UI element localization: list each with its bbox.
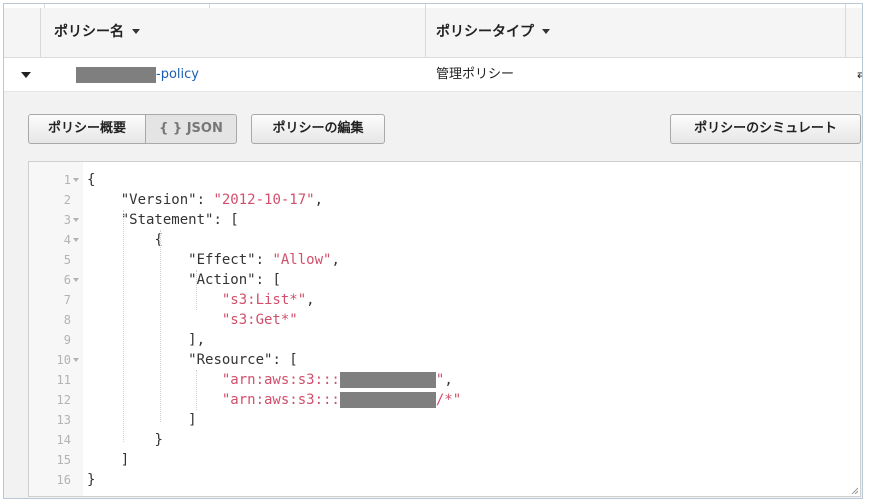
sort-caret-icon bbox=[132, 28, 140, 34]
json-token: , bbox=[306, 292, 315, 308]
code-line: } bbox=[87, 470, 95, 490]
indent-guide bbox=[196, 370, 197, 410]
policy-table-frame: ポリシー名 ポリシータイプ -policy 管理ポリシー ⇄ ポリシー概要 { … bbox=[3, 3, 863, 499]
header-policy-type-label: ポリシータイプ bbox=[436, 24, 534, 40]
json-token: "Effect" bbox=[188, 252, 256, 268]
json-token: } bbox=[87, 472, 96, 488]
fold-arrow-icon[interactable] bbox=[73, 218, 79, 222]
header-policy-name[interactable]: ポリシー名 bbox=[54, 8, 140, 57]
fold-arrow-icon[interactable] bbox=[73, 178, 79, 182]
line-number: 10 bbox=[56, 353, 71, 367]
policy-summary-button[interactable]: ポリシー概要 bbox=[28, 114, 146, 144]
json-string: "Allow" bbox=[272, 252, 332, 268]
json-view-button[interactable]: { } JSON bbox=[146, 114, 237, 144]
json-string: "s3:Get*" bbox=[221, 312, 298, 328]
code-line: "Version": "2012-10-17", bbox=[87, 190, 323, 210]
line-number: 9 bbox=[63, 333, 71, 347]
json-token: , bbox=[331, 252, 340, 268]
fold-arrow-icon[interactable] bbox=[73, 358, 79, 362]
redacted-bucket-name bbox=[339, 372, 436, 388]
redacted-bucket-name bbox=[339, 392, 436, 408]
json-token: , bbox=[444, 372, 453, 388]
json-token: ], bbox=[188, 332, 206, 348]
line-number: 12 bbox=[56, 393, 71, 407]
line-number: 3 bbox=[63, 213, 71, 227]
expand-caret-icon[interactable] bbox=[21, 72, 31, 78]
header-policy-name-label: ポリシー名 bbox=[54, 24, 124, 40]
code-line: ], bbox=[87, 330, 205, 350]
code-line: "s3:Get*" bbox=[87, 310, 298, 330]
json-token: "Resource" bbox=[188, 352, 273, 368]
json-token: ] bbox=[188, 412, 197, 428]
line-number: 8 bbox=[63, 313, 71, 327]
json-token: "Action" bbox=[188, 272, 256, 288]
json-string: "arn:aws:s3::: bbox=[221, 392, 340, 408]
resize-grip-icon[interactable] bbox=[850, 486, 858, 494]
json-token: : bbox=[196, 192, 214, 208]
code-line: "arn:aws:s3::: ", bbox=[87, 370, 453, 390]
line-number: 14 bbox=[56, 433, 71, 447]
redacted-name bbox=[76, 67, 156, 83]
json-token: ] bbox=[120, 452, 130, 468]
policy-type-value: 管理ポリシー bbox=[436, 67, 515, 82]
indent-guide bbox=[196, 270, 197, 310]
line-number-gutter: 1 2 3 4 5 6 7 8 9 10 11 12 13 14 15 16 bbox=[29, 162, 83, 496]
edit-policy-button[interactable]: ポリシーの編集 bbox=[251, 114, 385, 144]
code-line: "Resource": [ bbox=[87, 350, 298, 370]
json-token: "Statement" bbox=[120, 212, 214, 228]
simulate-policy-button[interactable]: ポリシーのシミュレート bbox=[670, 114, 861, 144]
line-number: 6 bbox=[63, 273, 71, 287]
json-string: "2012-10-17" bbox=[213, 192, 315, 208]
indent-guide bbox=[160, 230, 161, 422]
code-line: ] bbox=[87, 410, 197, 430]
code-line: "Action": [ bbox=[87, 270, 281, 290]
line-number: 1 bbox=[63, 173, 71, 187]
indent-guide bbox=[123, 210, 124, 442]
json-token: { bbox=[154, 232, 163, 248]
table-row[interactable]: -policy 管理ポリシー ⇄ bbox=[4, 58, 862, 92]
policy-name-link[interactable]: -policy bbox=[156, 58, 199, 91]
json-token: , bbox=[314, 192, 324, 208]
code-line: "Effect": "Allow", bbox=[87, 250, 340, 270]
policy-detail-panel: ポリシー概要 { } JSON ポリシーの編集 ポリシーのシミュレート 1234… bbox=[4, 92, 862, 498]
line-number: 5 bbox=[63, 253, 71, 267]
line-number: 11 bbox=[56, 373, 71, 387]
json-token: : [ bbox=[213, 212, 239, 228]
code-line: } bbox=[87, 430, 163, 450]
code-line: "Statement": [ bbox=[87, 210, 239, 230]
sort-caret-icon bbox=[542, 28, 550, 34]
json-token: "Version" bbox=[120, 192, 197, 208]
table-header: ポリシー名 ポリシータイプ bbox=[4, 8, 862, 58]
header-policy-type[interactable]: ポリシータイプ bbox=[436, 8, 550, 57]
fold-arrow-icon[interactable] bbox=[73, 238, 79, 242]
json-string: "arn:aws:s3::: bbox=[221, 372, 340, 388]
code-line: { bbox=[87, 170, 95, 190]
code-line: { bbox=[87, 230, 163, 250]
json-token: : [ bbox=[255, 272, 281, 288]
code-line: "s3:List*", bbox=[87, 290, 315, 310]
code-line: ] bbox=[87, 450, 129, 470]
json-token: : [ bbox=[272, 352, 298, 368]
json-string: "s3:List*" bbox=[221, 292, 307, 308]
json-token: { bbox=[87, 172, 96, 188]
line-number: 16 bbox=[56, 473, 71, 487]
line-number: 2 bbox=[63, 193, 71, 207]
line-number: 7 bbox=[63, 293, 71, 307]
json-token: } bbox=[154, 432, 163, 448]
line-number: 4 bbox=[63, 233, 71, 247]
json-code-editor[interactable]: 1 2 3 4 5 6 7 8 9 10 11 12 13 14 15 16 { "Version": "20… bbox=[28, 161, 861, 497]
code-line: "arn:aws:s3:::/*" bbox=[87, 390, 461, 410]
json-token: : bbox=[255, 252, 273, 268]
fold-arrow-icon[interactable] bbox=[73, 278, 79, 282]
line-number: 15 bbox=[56, 453, 71, 467]
json-string: /*" bbox=[435, 392, 462, 408]
column-resize-icon: ⇄ bbox=[857, 58, 862, 91]
line-number: 13 bbox=[56, 413, 71, 427]
